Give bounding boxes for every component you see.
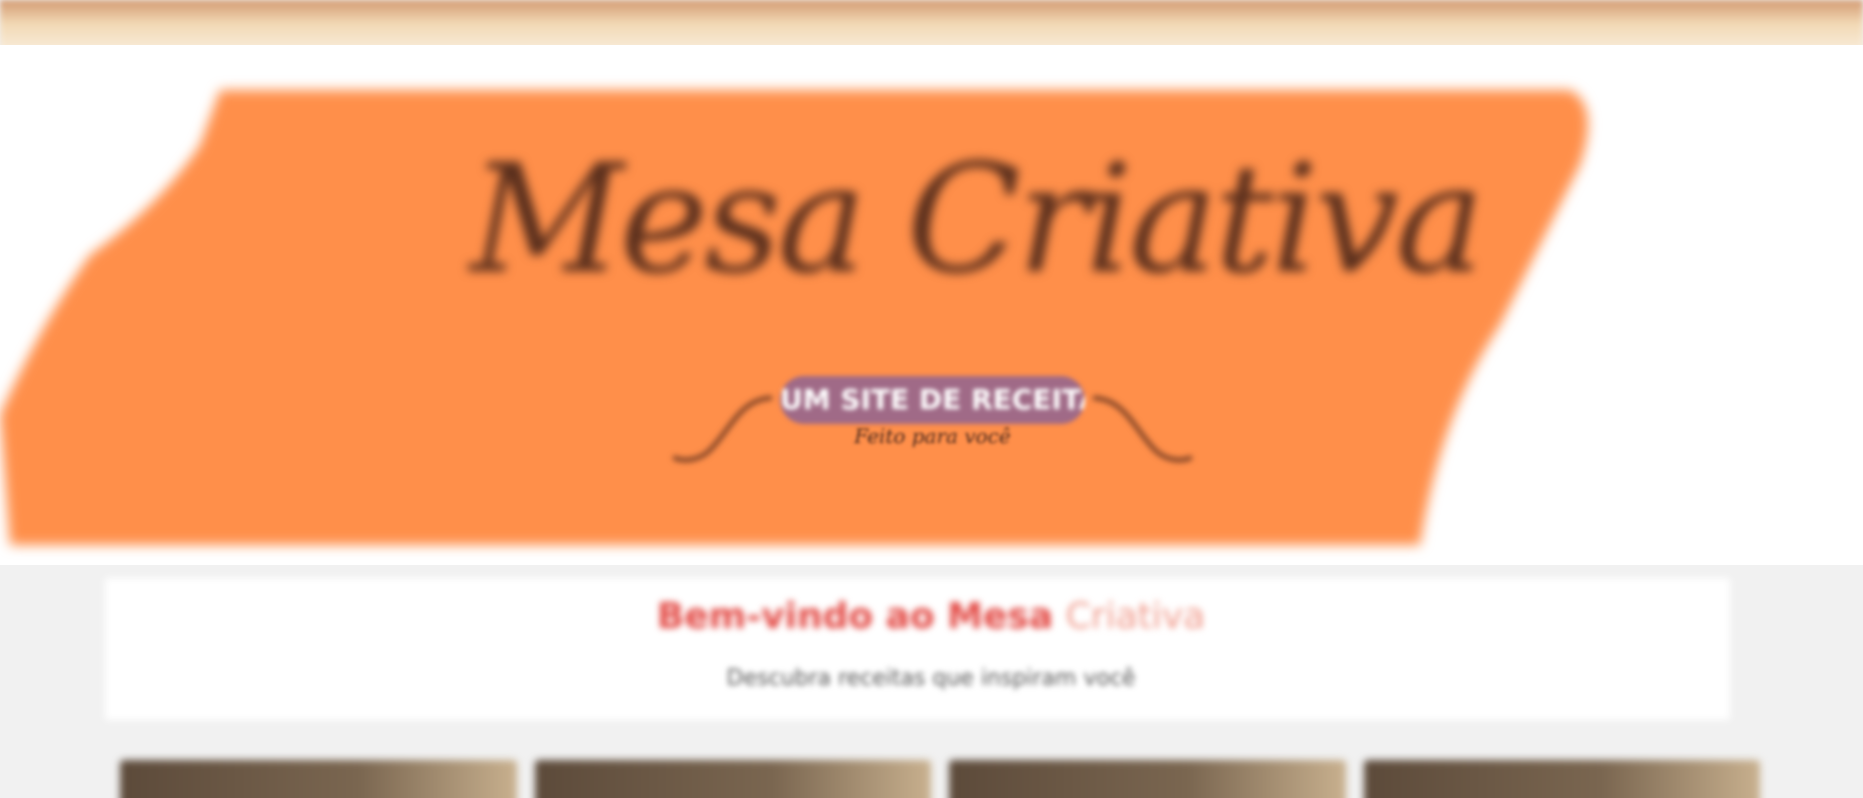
site-logo[interactable]: Mesa Criativa UM SITE DE RECEITAS Feito … bbox=[0, 0, 1863, 560]
welcome-title-main: Bem-vindo ao Mesa bbox=[656, 596, 1066, 637]
welcome-subtitle: Descubra receitas que inspiram você bbox=[726, 666, 1136, 691]
recipe-card-3[interactable] bbox=[949, 760, 1346, 798]
site-tagline: Feito para você bbox=[854, 424, 1011, 448]
swash-right-icon bbox=[1092, 395, 1193, 463]
site-badge: UM SITE DE RECEITAS bbox=[780, 376, 1085, 424]
logo-title: Mesa Criativa bbox=[470, 133, 1485, 307]
swash-left-icon bbox=[672, 395, 773, 463]
recipe-card-2[interactable] bbox=[534, 760, 931, 798]
recipe-card-4[interactable] bbox=[1363, 760, 1760, 798]
recipe-cards-row bbox=[120, 760, 1760, 798]
recipe-card-1[interactable] bbox=[120, 760, 517, 798]
page: Mesa Criativa UM SITE DE RECEITAS Feito … bbox=[0, 0, 1863, 798]
welcome-title-accent: Criativa bbox=[1065, 596, 1206, 637]
welcome-title: Bem-vindo ao Mesa Criativa bbox=[105, 596, 1757, 637]
